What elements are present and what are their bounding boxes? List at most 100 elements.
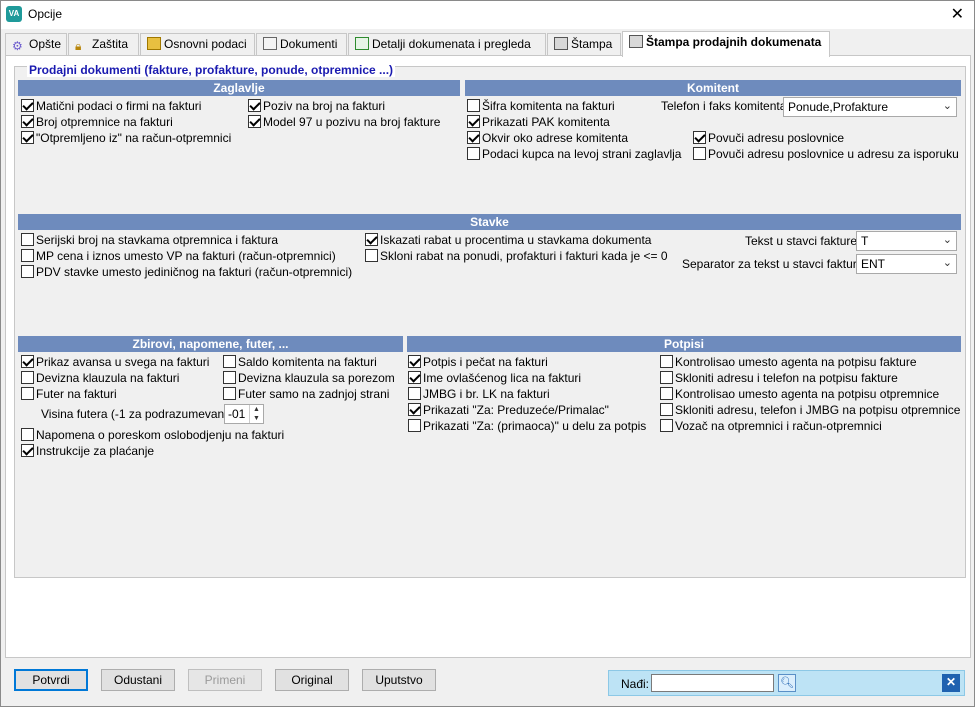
checkbox-maticni-podaci[interactable]: Matični podaci o firmi na fakturi — [21, 99, 201, 113]
checkbox-box[interactable] — [467, 131, 480, 144]
tab-zastita[interactable]: 🔒︎ Zaštita — [68, 33, 139, 56]
tab-detalji-dokumenata[interactable]: Detalji dokumenata i pregleda — [348, 33, 546, 56]
checkbox-box[interactable] — [467, 147, 480, 160]
section-header-stavke: Stavke — [18, 214, 961, 230]
checkbox-box[interactable] — [223, 371, 236, 384]
checkbox-box[interactable] — [408, 371, 421, 384]
close-window-button[interactable]: ✕ — [951, 4, 964, 24]
cancel-button[interactable]: Odustani — [101, 669, 175, 691]
checkbox-futer-zadnja-strana[interactable]: Futer samo na zadnjoj strani — [223, 387, 389, 401]
find-input[interactable] — [651, 674, 774, 692]
checkbox-devizna-klauzula[interactable]: Devizna klauzula na fakturi — [21, 371, 179, 385]
checkbox-box[interactable] — [408, 419, 421, 432]
checkbox-pdv-stavke[interactable]: PDV stavke umesto jediničnog na fakturi … — [21, 265, 352, 279]
document-icon — [263, 37, 277, 50]
separator-select[interactable]: ENT ⌄ — [856, 254, 957, 274]
checkbox-ime-ovlascenog[interactable]: Ime ovlašćenog lica na fakturi — [408, 371, 581, 385]
tab-osnovni-podaci[interactable]: Osnovni podaci — [140, 33, 255, 56]
checkbox-jmbg-lk[interactable]: JMBG i br. LK na fakturi — [408, 387, 550, 401]
confirm-button[interactable]: Potvrdi — [14, 669, 88, 691]
item-text-select[interactable]: T ⌄ — [856, 231, 957, 251]
checkbox-box[interactable] — [21, 99, 34, 112]
section-header-potpisi: Potpisi — [407, 336, 961, 352]
checkbox-box[interactable] — [365, 233, 378, 246]
checkbox-povuci-adresu-isporuka[interactable]: Povuči adresu poslovnice u adresu za isp… — [693, 147, 959, 161]
checkbox-box[interactable] — [223, 355, 236, 368]
checkbox-skloniti-adresu-faktura[interactable]: Skloniti adresu i telefon na potpisu fak… — [660, 371, 898, 385]
checkbox-otpremljeno-iz[interactable]: "Otpremljeno iz" na račun-otpremnici — [21, 131, 231, 145]
sales-documents-group: Prodajni dokumenti (fakture, profakture,… — [14, 63, 966, 578]
section-header-komitent: Komitent — [465, 80, 961, 96]
checkbox-box[interactable] — [223, 387, 236, 400]
checkbox-box[interactable] — [248, 99, 261, 112]
checkbox-box[interactable] — [660, 355, 673, 368]
checkbox-box[interactable] — [21, 131, 34, 144]
checkbox-serijski-broj[interactable]: Serijski broj na stavkama otpremnica i f… — [21, 233, 278, 247]
checkbox-za-preduzece[interactable]: Prikazati "Za: Preduzeće/Primalac" — [408, 403, 609, 417]
checkbox-instrukcije-placanje[interactable]: Instrukcije za plaćanje — [21, 444, 154, 458]
close-find-icon[interactable]: ✕ — [942, 674, 960, 692]
checkbox-model-97[interactable]: Model 97 u pozivu na broj fakture — [248, 115, 440, 129]
checkbox-box[interactable] — [693, 131, 706, 144]
chevron-down-icon: ⌄ — [942, 257, 952, 269]
checkbox-box[interactable] — [408, 387, 421, 400]
tab-dokumenti[interactable]: Dokumenti — [256, 33, 347, 56]
checkbox-poziv-na-broj[interactable]: Poziv na broj na fakturi — [248, 99, 385, 113]
original-button[interactable]: Original — [275, 669, 349, 691]
checkbox-pak-komitenta[interactable]: Prikazati PAK komitenta — [467, 115, 610, 129]
checkbox-box[interactable] — [21, 371, 34, 384]
checkbox-napomena-poresko[interactable]: Napomena o poreskom oslobodjenju na fakt… — [21, 428, 284, 442]
checkbox-box[interactable] — [467, 99, 480, 112]
find-bar: Nađi: 🔍︎ ✕ — [608, 670, 965, 696]
checkbox-box[interactable] — [660, 387, 673, 400]
checkbox-box[interactable] — [21, 355, 34, 368]
checkbox-box[interactable] — [21, 428, 34, 441]
checkbox-broj-otpremnice[interactable]: Broj otpremnice na fakturi — [21, 115, 173, 129]
search-icon[interactable]: 🔍︎ — [778, 674, 796, 692]
checkbox-box[interactable] — [248, 115, 261, 128]
printer-icon — [629, 35, 643, 48]
footer-height-label: Visina futera (-1 za podrazumevano): — [41, 407, 239, 421]
checkbox-box[interactable] — [408, 355, 421, 368]
checkbox-box[interactable] — [21, 249, 34, 262]
checkbox-box[interactable] — [467, 115, 480, 128]
checkbox-okvir-adrese[interactable]: Okvir oko adrese komitenta — [467, 131, 628, 145]
checkbox-saldo-komitenta[interactable]: Saldo komitenta na fakturi — [223, 355, 377, 369]
tab-stampa[interactable]: Štampa — [547, 33, 621, 56]
checkbox-skloni-rabat[interactable]: Skloni rabat na ponudi, profakturi i fak… — [365, 249, 668, 263]
checkbox-podaci-kupca-levo[interactable]: Podaci kupca na levoj strani zaglavlja — [467, 147, 681, 161]
checkbox-devizna-klauzula-porez[interactable]: Devizna klauzula sa porezom — [223, 371, 395, 385]
checkbox-kontrolisao-otpremnica[interactable]: Kontrolisao umesto agenta na potpisu otp… — [660, 387, 939, 401]
checkbox-za-primaoca[interactable]: Prikazati "Za: (primaoca)" u delu za pot… — [408, 419, 646, 433]
checkbox-povuci-adresu-poslovnice[interactable]: Povuči adresu poslovnice — [693, 131, 844, 145]
phone-fax-select[interactable]: Ponude,Profakture ⌄ — [783, 97, 957, 117]
checkbox-futer[interactable]: Futer na fakturi — [21, 387, 117, 401]
checkbox-rabat-procenti[interactable]: Iskazati rabat u procentima u stavkama d… — [365, 233, 651, 247]
checkbox-sifra-komitenta[interactable]: Šifra komitenta na fakturi — [467, 99, 615, 113]
stepper-arrows-icon[interactable]: ▲ ▼ — [249, 405, 263, 423]
checkbox-prikaz-avansa[interactable]: Prikaz avansa u svega na fakturi — [21, 355, 209, 369]
checkbox-box[interactable] — [660, 371, 673, 384]
checkbox-box[interactable] — [693, 147, 706, 160]
checkbox-box[interactable] — [408, 403, 421, 416]
tab-opste[interactable]: ⚙ Opšte — [5, 33, 67, 56]
help-button[interactable]: Uputstvo — [362, 669, 436, 691]
checkbox-box[interactable] — [660, 419, 673, 432]
checkbox-kontrolisao-faktura[interactable]: Kontrolisao umesto agenta na potpisu fak… — [660, 355, 917, 369]
checkbox-potpis-pecat[interactable]: Potpis i pečat na fakturi — [408, 355, 548, 369]
checkbox-box[interactable] — [21, 233, 34, 246]
checkbox-box[interactable] — [21, 387, 34, 400]
checkbox-box[interactable] — [365, 249, 378, 262]
checkbox-box[interactable] — [21, 265, 34, 278]
checkbox-vozac[interactable]: Vozač na otpremnici i račun-otpremnici — [660, 419, 882, 433]
footer-height-stepper[interactable]: -01 ▲ ▼ — [224, 404, 264, 424]
checkbox-mp-cena[interactable]: MP cena i iznos umesto VP na fakturi (ra… — [21, 249, 336, 263]
gear-icon: ⚙ — [12, 39, 23, 53]
checkbox-box[interactable] — [660, 403, 673, 416]
checkbox-box[interactable] — [21, 444, 34, 457]
checkbox-box[interactable] — [21, 115, 34, 128]
checkbox-skloniti-adresu-otpremnica[interactable]: Skloniti adresu, telefon i JMBG na potpi… — [660, 403, 960, 417]
app-logo-icon: VA — [6, 6, 22, 22]
tab-stampa-prodajnih-dokumenata[interactable]: Štampa prodajnih dokumenata — [622, 31, 830, 57]
apply-button[interactable]: Primeni — [188, 669, 262, 691]
